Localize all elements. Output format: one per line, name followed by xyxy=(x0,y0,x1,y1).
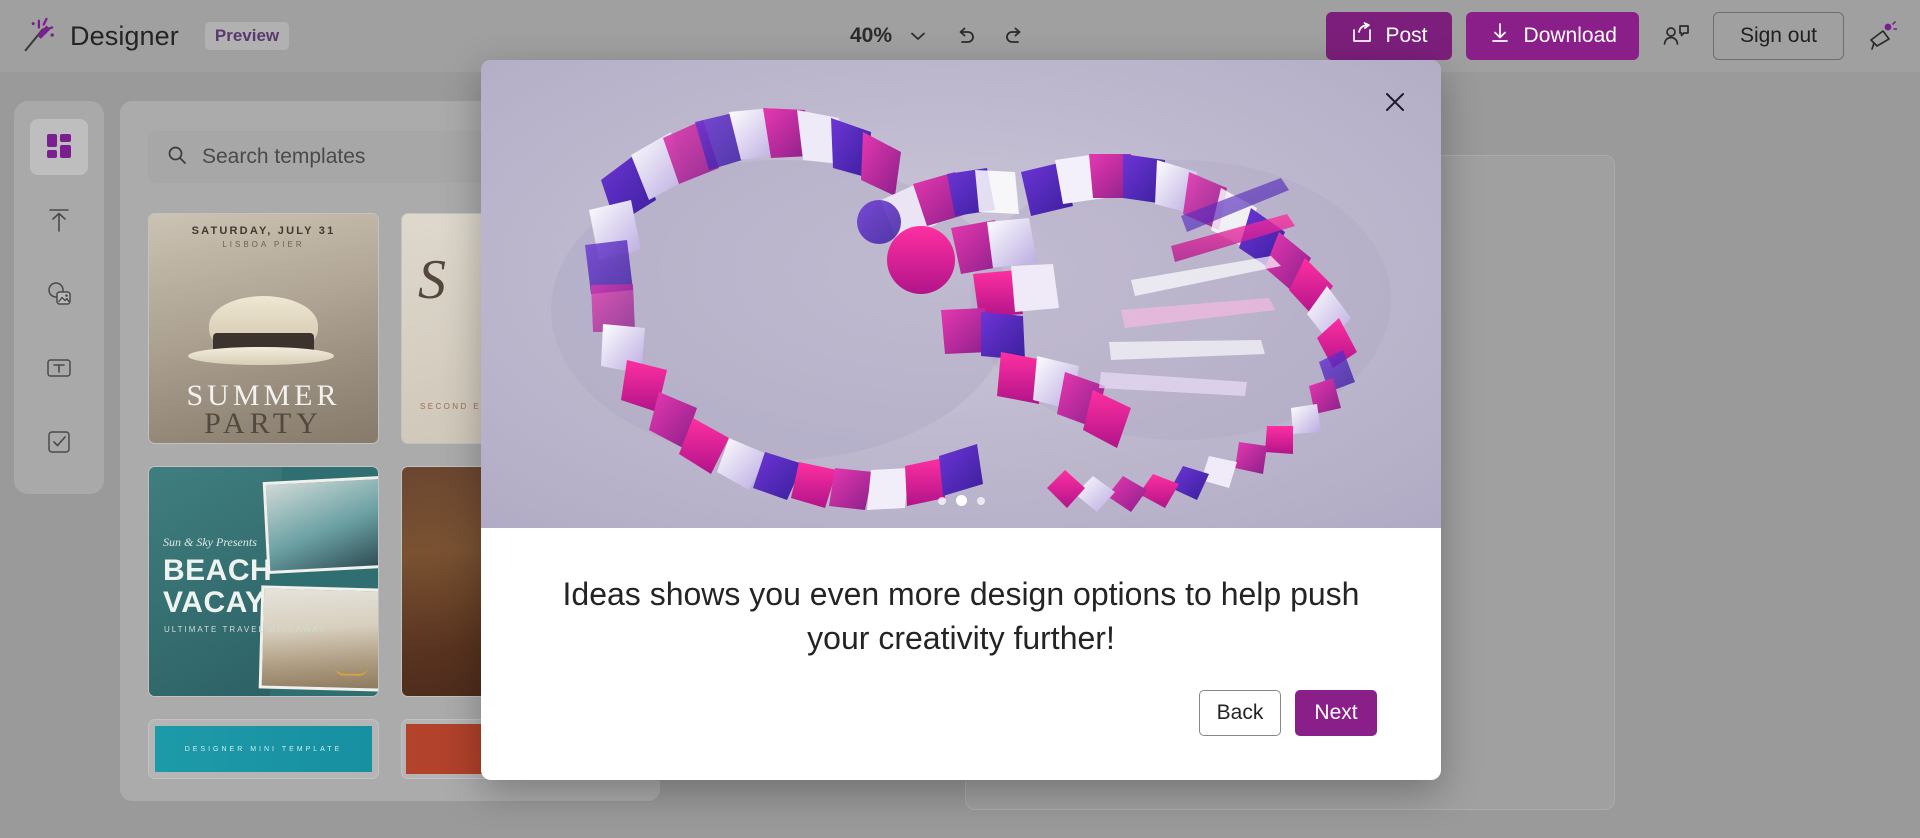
grid-templates-icon xyxy=(44,131,74,164)
template-card-teal-banner[interactable]: DESIGNER MINI TEMPLATE xyxy=(148,719,379,779)
template-subtitle: ULTIMATE TRAVEL GIVEAWAY xyxy=(164,625,326,634)
undo-arrow-icon[interactable] xyxy=(944,14,988,58)
template-thumb: Sun & Sky Presents BEACH VACAY ULTIMATE … xyxy=(149,467,378,696)
template-card-beach-vacay[interactable]: Sun & Sky Presents BEACH VACAY ULTIMATE … xyxy=(148,466,379,697)
carousel-dot-2[interactable] xyxy=(956,495,967,506)
modal-message: Ideas shows you even more design options… xyxy=(545,572,1377,660)
template-script-line: Sun & Sky Presents xyxy=(163,535,257,550)
modal-hero-image-area xyxy=(481,60,1441,528)
app-title: Designer xyxy=(70,21,179,52)
template-thumb: DESIGNER MINI TEMPLATE xyxy=(155,726,372,772)
post-button[interactable]: Post xyxy=(1326,12,1452,60)
share-icon xyxy=(1350,21,1374,51)
sidebar-item-templates[interactable] xyxy=(30,119,88,175)
zoom-level-value: 40% xyxy=(850,24,892,48)
sidebar-item-text[interactable] xyxy=(30,341,88,397)
download-arrow-icon xyxy=(1488,21,1512,51)
sign-out-button[interactable]: Sign out xyxy=(1713,12,1844,60)
search-input-placeholder: Search templates xyxy=(202,145,365,169)
back-button[interactable]: Back xyxy=(1199,690,1281,736)
text-box-icon xyxy=(44,353,74,386)
modal-action-buttons: Back Next xyxy=(545,690,1377,736)
redo-arrow-icon[interactable] xyxy=(992,14,1036,58)
next-button[interactable]: Next xyxy=(1295,690,1377,736)
template-banner-text: DESIGNER MINI TEMPLATE xyxy=(185,746,343,753)
template-script-letter: S xyxy=(418,248,446,312)
abstract-ribbon-infinity-art xyxy=(481,60,1441,528)
modal-body: Ideas shows you even more design options… xyxy=(481,528,1441,780)
checkbox-icon xyxy=(44,427,74,460)
template-date-line: SATURDAY, JULY 31 xyxy=(192,225,336,237)
chevron-down-icon[interactable] xyxy=(896,14,940,58)
designer-app-window: Designer Preview 40% xyxy=(0,0,1920,838)
upload-arrow-icon xyxy=(44,205,74,238)
bicycle-shape xyxy=(334,654,369,677)
template-card-summer-party[interactable]: SATURDAY, JULY 31 LISBOA PIER SUMMER PAR… xyxy=(148,213,379,444)
download-button-label: Download xyxy=(1524,24,1617,48)
photo-shape xyxy=(263,476,379,574)
template-thumb: SATURDAY, JULY 31 LISBOA PIER SUMMER PAR… xyxy=(149,214,378,443)
image-bubble-icon xyxy=(44,279,74,312)
template-title-bottom: PARTY xyxy=(149,407,378,441)
template-title: BEACH xyxy=(163,555,272,587)
sidebar-item-upload[interactable] xyxy=(30,193,88,249)
hat-brim-shape xyxy=(188,347,335,365)
megaphone-icon[interactable] xyxy=(1858,13,1904,59)
template-title-2: VACAY xyxy=(163,587,266,619)
carousel-dot-1[interactable] xyxy=(938,497,946,505)
carousel-dots xyxy=(481,495,1441,506)
left-tool-rail xyxy=(14,101,104,494)
magic-wand-icon xyxy=(18,16,56,56)
sidebar-item-media[interactable] xyxy=(30,267,88,323)
post-button-label: Post xyxy=(1386,24,1428,48)
search-icon xyxy=(166,144,188,171)
close-x-icon[interactable] xyxy=(1375,82,1415,122)
photo-shape xyxy=(259,585,379,691)
carousel-dot-3[interactable] xyxy=(977,497,985,505)
sidebar-item-checklist[interactable] xyxy=(30,415,88,471)
download-button[interactable]: Download xyxy=(1466,12,1639,60)
preview-badge: Preview xyxy=(205,22,289,50)
template-venue-line: LISBOA PIER xyxy=(222,240,304,249)
person-comment-icon[interactable] xyxy=(1653,13,1699,59)
app-brand: Designer Preview xyxy=(0,16,289,56)
onboarding-modal: Ideas shows you even more design options… xyxy=(481,60,1441,780)
